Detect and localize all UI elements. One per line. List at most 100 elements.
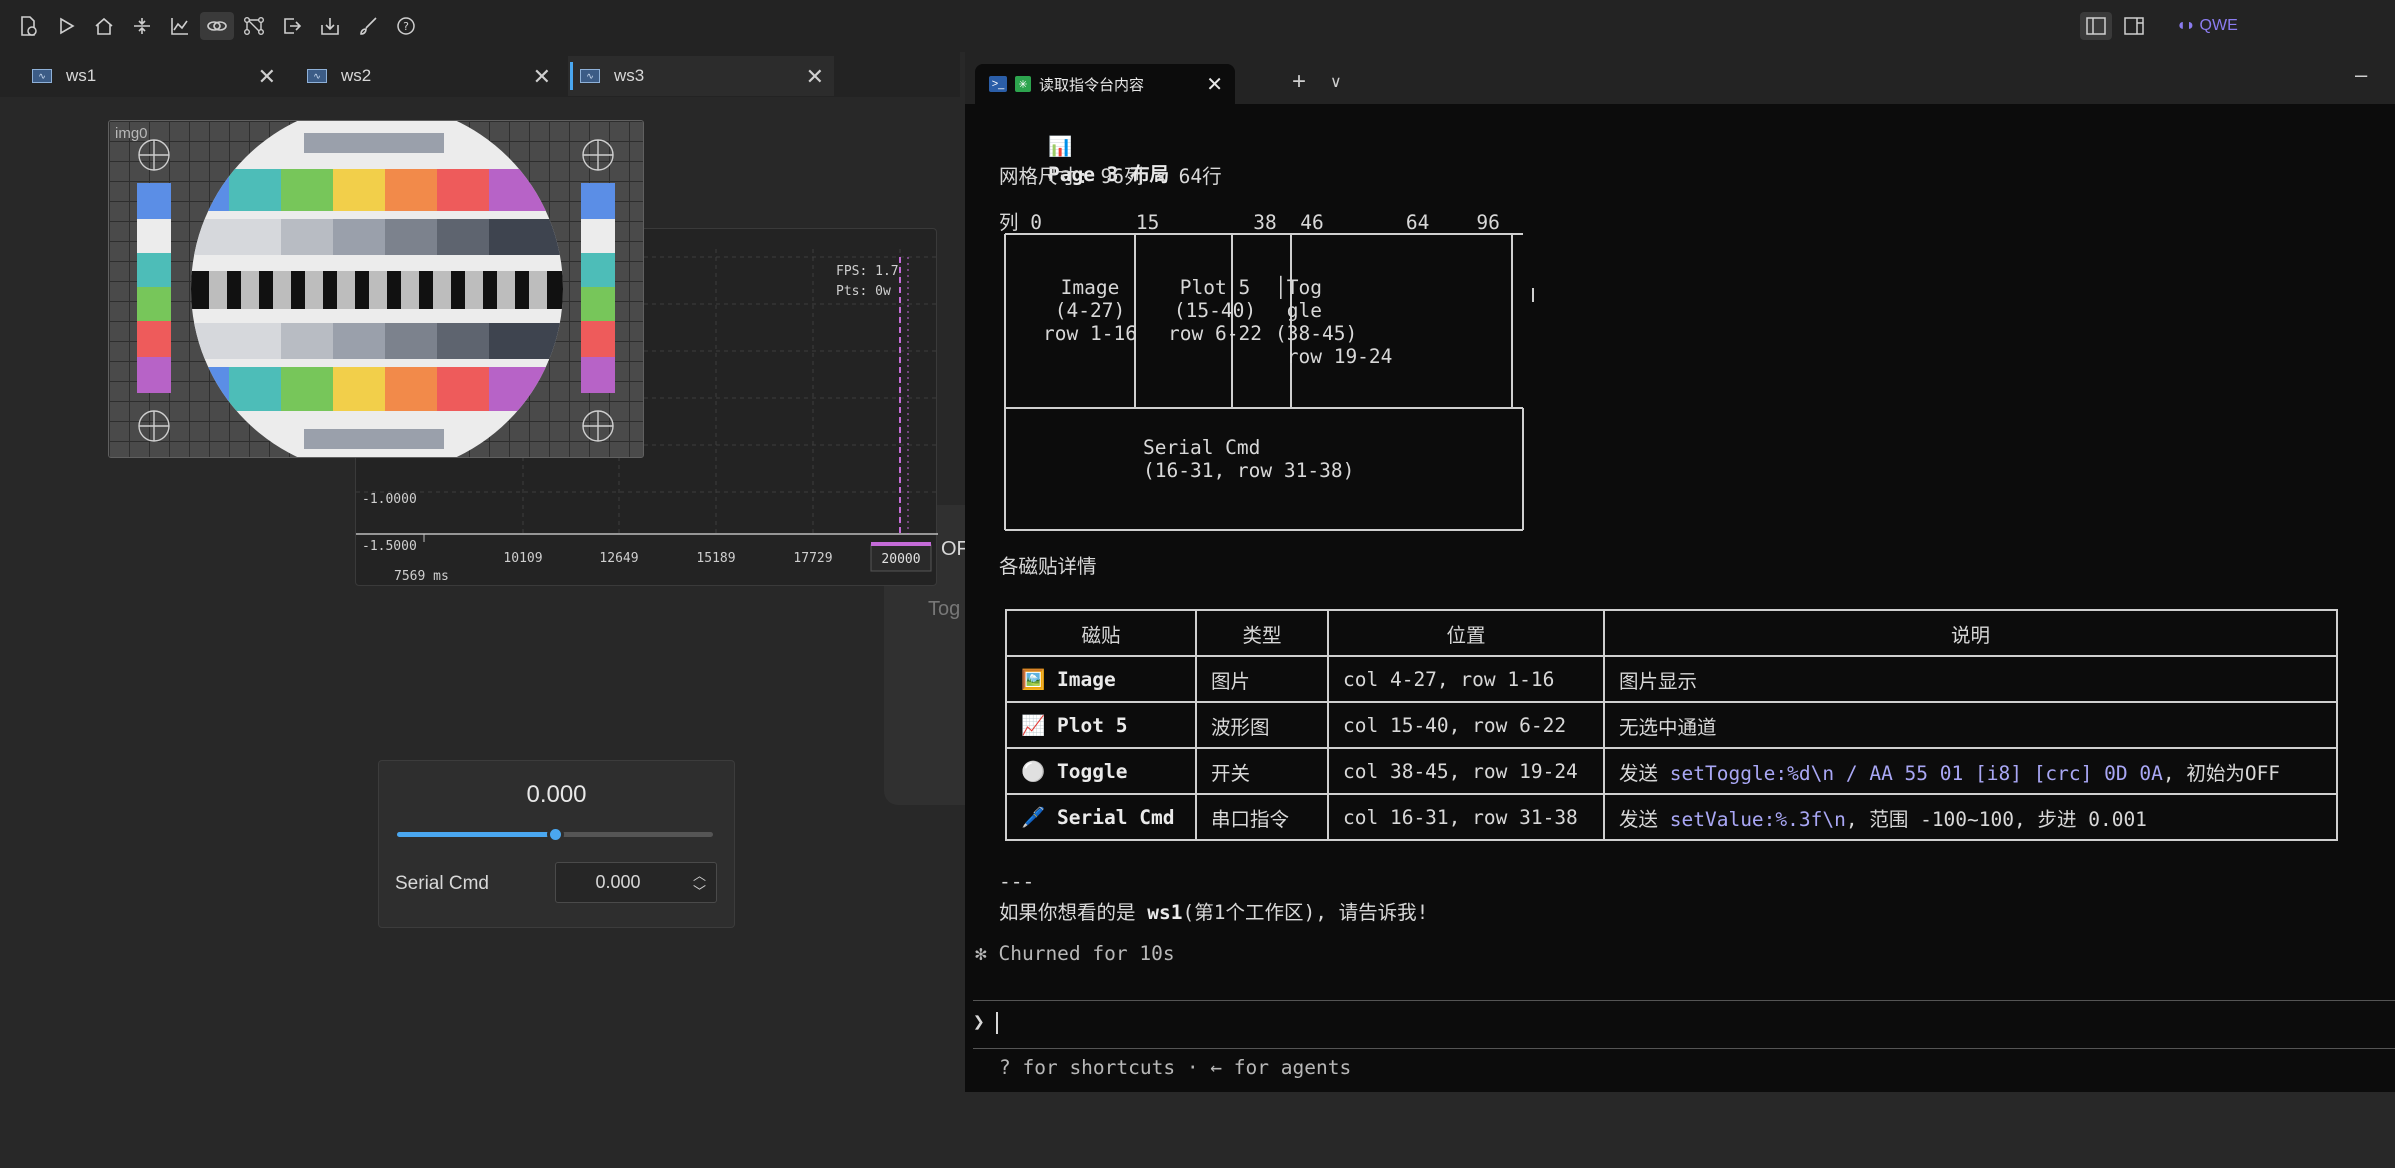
tab-label: ws1 [66, 66, 97, 85]
tile-description: 图片显示 [1603, 655, 2338, 703]
terminal-tab-bar: >_ ✳ 读取指令台内容 ✕ [965, 52, 2395, 104]
spinbox-value[interactable]: 0.000 [556, 872, 680, 893]
table-row: 🖊️ Serial Cmd 串口指令 col 16-31, row 31-38 … [1005, 793, 2338, 841]
toggle-label: Tog [928, 598, 961, 620]
import-icon[interactable] [316, 12, 344, 40]
circle-icon: ⚪ [1021, 759, 1046, 783]
tile-position: col 16-31, row 31-38 [1327, 793, 1605, 841]
tile-type: 图片 [1195, 655, 1329, 703]
time-label: 7569 ms [394, 569, 449, 584]
terminal-output[interactable]: 📊 Page 3 布局 网格尺寸: 96列 × 64行 列 0 15 38 46… [965, 104, 2395, 1092]
chevron-down-icon[interactable]: ﹀ [693, 881, 706, 900]
image-icon: 🖼️ [1021, 667, 1046, 691]
test-pattern-image [109, 121, 643, 457]
brush-icon[interactable] [354, 12, 382, 40]
tile-position: col 15-40, row 6-22 [1327, 701, 1605, 749]
tab-label: ws3 [614, 66, 645, 85]
tab-ws2[interactable]: ∿ ws2 ✕ [295, 56, 561, 96]
workspace-icon: ∿ [307, 69, 327, 83]
new-tab-icon[interactable]: + [1292, 68, 1306, 96]
table-row: 🖼️ Image 图片 col 4-27, row 1-16 图片显示 [1005, 655, 2338, 703]
prompt-symbol: ❯ [973, 1010, 997, 1033]
tile-description: 发送 setValue:%.3f\n, 范围 -100~100, 步进 0.00… [1603, 793, 2338, 841]
close-icon[interactable]: ✕ [806, 64, 824, 90]
text-cursor [996, 1011, 999, 1034]
minimize-icon[interactable]: – [2355, 62, 2367, 88]
x-tick: 17729 [793, 551, 832, 566]
table-header: 磁贴 [1005, 609, 1197, 657]
image-label: img0 [115, 125, 148, 142]
tile-description: 发送 setToggle:%d\n / AA 55 01 [i8] [crc] … [1603, 747, 2338, 795]
horizontal-rule: --- [999, 870, 1035, 893]
asterisk-icon: ✳ [1015, 76, 1031, 92]
tile-type: 串口指令 [1195, 793, 1329, 841]
ascii-toggle-cell: │Tog gle (38-45) row 19-24 [1275, 276, 1393, 368]
ascii-plot-cell: Plot 5 (15-40) row 6-22 [1168, 276, 1262, 345]
x-tick: 15189 [696, 551, 735, 566]
tile-description: 无选中通道 [1603, 701, 2338, 749]
tile-type: 开关 [1195, 747, 1329, 795]
brand-label: QWE [2199, 17, 2238, 34]
new-file-icon[interactable] [14, 12, 42, 40]
grid-size: 网格尺寸: 96列 × 64行 [999, 165, 1222, 188]
table-header: 类型 [1195, 609, 1329, 657]
table-header: 位置 [1327, 609, 1605, 657]
serial-display-value: 0.000 [526, 781, 587, 808]
workspace-icon: ∿ [580, 69, 600, 83]
chevron-down-icon[interactable]: ∨ [1330, 72, 1342, 92]
x-cursor-value: 20000 [881, 552, 920, 567]
export-icon[interactable] [278, 12, 306, 40]
chart-icon: 📈 [1021, 713, 1046, 737]
value-slider[interactable] [397, 826, 713, 843]
tab-ws3[interactable]: ∿ ws3 ✕ [568, 56, 834, 96]
tile-name: Image [1057, 667, 1116, 691]
waveform-icon: ◖◗ [2176, 17, 2196, 34]
tile-position: col 4-27, row 1-16 [1327, 655, 1605, 703]
pts-label: Pts: 0w [836, 284, 891, 299]
close-icon[interactable]: ✕ [533, 64, 551, 90]
status-line: ✻ Churned for 10s [975, 942, 1175, 965]
workspace-icon: ∿ [32, 69, 52, 83]
slider-fill [397, 832, 555, 837]
terminal-tab-title: 读取指令台内容 [1039, 76, 1145, 94]
ascii-image-cell: Image (4-27) row 1-16 [1043, 276, 1137, 345]
tab-ws1[interactable]: ∿ ws1 ✕ [20, 56, 286, 96]
panel-layout-icon[interactable] [2118, 12, 2150, 40]
tile-type: 波形图 [1195, 701, 1329, 749]
terminal-tab[interactable]: >_ ✳ 读取指令台内容 ✕ [975, 64, 1235, 104]
sidebar-layout-icon[interactable] [2080, 12, 2112, 40]
help-icon[interactable]: ? [392, 12, 420, 40]
tile-name: Serial Cmd [1057, 805, 1175, 829]
pen-icon: 🖊️ [1021, 805, 1046, 829]
details-heading: 各磁贴详情 [999, 555, 1097, 578]
network-icon[interactable] [240, 12, 268, 40]
svg-text:?: ? [403, 20, 409, 33]
value-spinbox[interactable]: 0.000 ︿ ﹀ [555, 862, 717, 903]
prompt-input[interactable]: ❯ [973, 1010, 999, 1034]
close-icon[interactable]: ✕ [1206, 72, 1223, 97]
serial-cmd-label: Serial Cmd [395, 873, 489, 894]
table-row: 📈 Plot 5 波形图 col 15-40, row 6-22 无选中通道 [1005, 701, 2338, 749]
home-icon[interactable] [90, 12, 118, 40]
brand-logo[interactable]: ◖◗ QWE [2172, 12, 2242, 40]
tile-name: Plot 5 [1057, 713, 1128, 737]
y-tick: -1.0000 [362, 492, 417, 507]
close-icon[interactable]: ✕ [258, 64, 276, 90]
table-row: ⚪ Toggle 开关 col 38-45, row 19-24 发送 setT… [1005, 747, 2338, 795]
play-icon[interactable] [52, 12, 80, 40]
tile-position: col 38-45, row 19-24 [1327, 747, 1605, 795]
chart-icon[interactable] [166, 12, 194, 40]
chart-icon: 📊 [1047, 135, 1073, 158]
x-tick: 10109 [503, 551, 542, 566]
y-tick: -1.5000 [362, 539, 417, 554]
image-tile[interactable]: img0 [108, 120, 644, 458]
powershell-icon: >_ [989, 76, 1007, 92]
main-toolbar: ? ◖◗ QWE [0, 0, 2395, 52]
tile-details-table: 磁贴 类型 位置 说明 🖼️ Image 图片 col 4-27, row 1-… [1005, 609, 2338, 841]
split-icon[interactable] [128, 12, 156, 40]
tile-name: Toggle [1057, 759, 1128, 783]
link-icon[interactable] [200, 12, 234, 40]
slider-handle[interactable] [547, 826, 564, 843]
x-tick: 12649 [599, 551, 638, 566]
ascii-serial-cell: Serial Cmd (16-31, row 31-38) [1143, 436, 1355, 482]
